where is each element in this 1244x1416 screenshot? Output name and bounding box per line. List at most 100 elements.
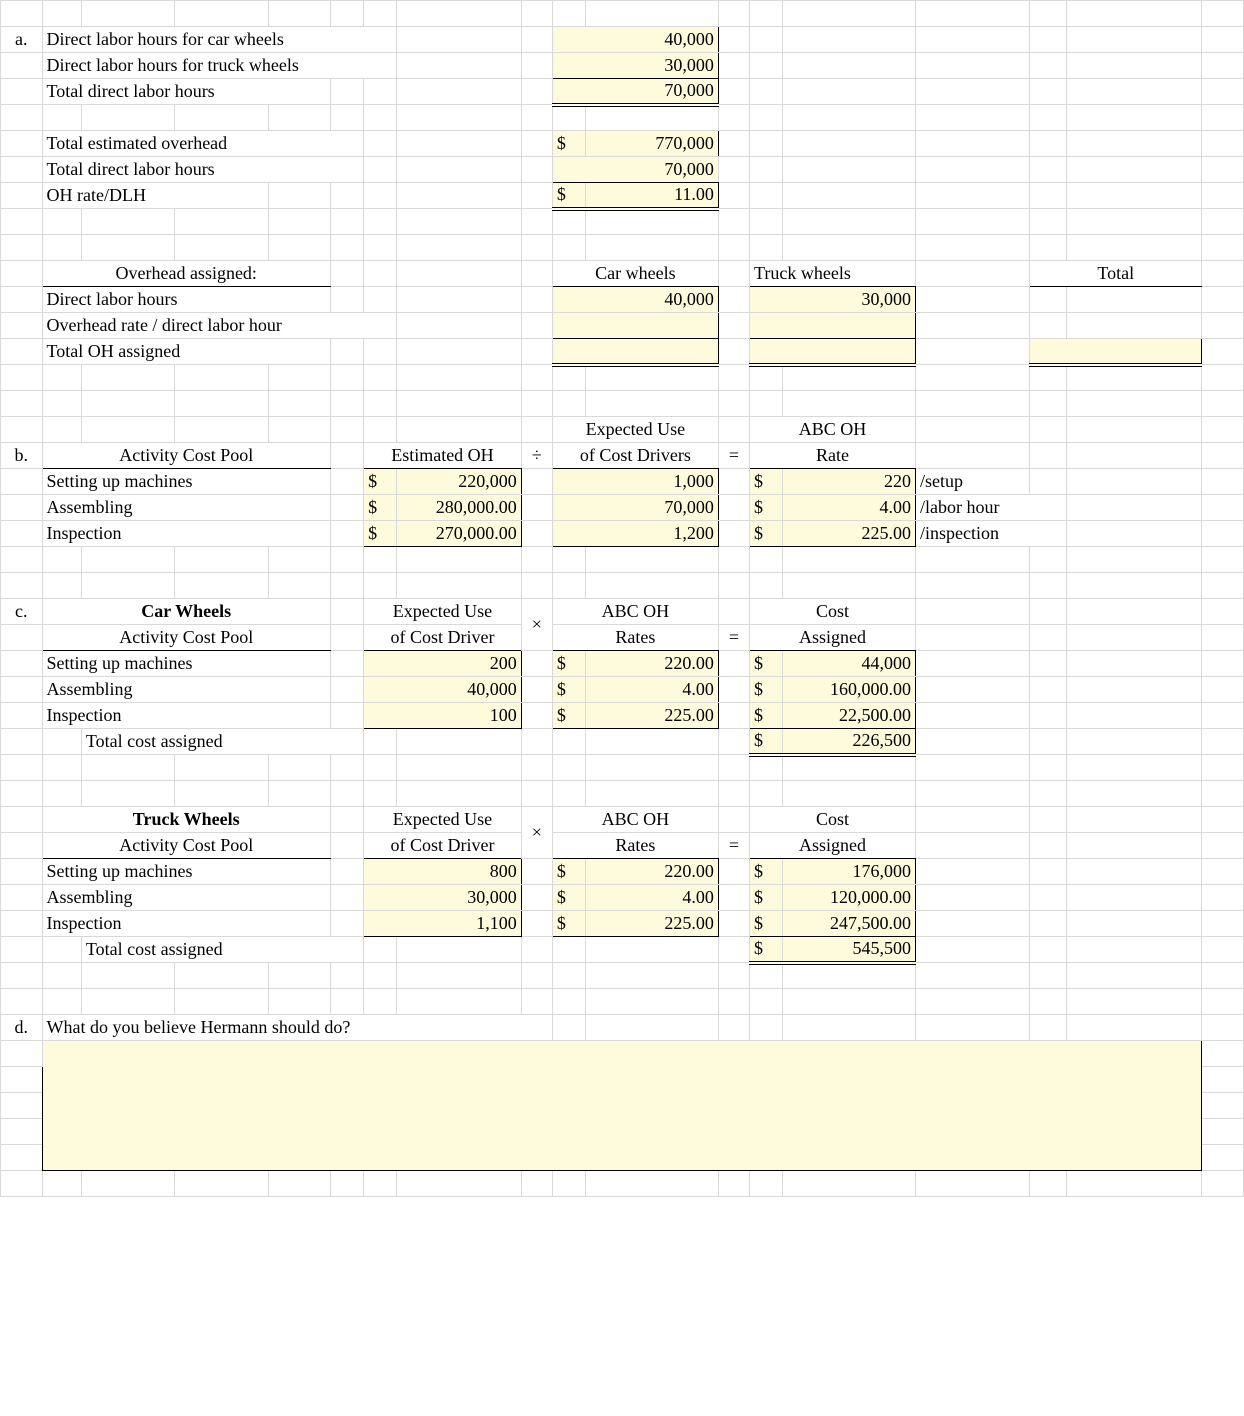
val-oh-rate[interactable]: 11.00 xyxy=(586,183,719,209)
val-total[interactable]: 226,500 xyxy=(783,729,916,755)
marker-c: c. xyxy=(1,599,43,625)
op-equals: = xyxy=(718,443,749,469)
col-total: Total xyxy=(1030,261,1202,287)
unit: /inspection xyxy=(916,521,1067,547)
currency: $ xyxy=(750,495,783,521)
currency: $ xyxy=(750,703,783,729)
col-car: Car wheels xyxy=(552,261,718,287)
val-rate[interactable]: 220 xyxy=(783,469,916,495)
val-rate[interactable]: 225.00 xyxy=(586,703,719,729)
val-car-dlh[interactable]: 40,000 xyxy=(552,27,718,53)
val-cost[interactable]: 176,000 xyxy=(783,859,916,885)
hdr-est-oh: Estimated OH xyxy=(364,443,522,469)
currency: $ xyxy=(750,651,783,677)
op-times: × xyxy=(521,807,552,859)
currency: $ xyxy=(750,469,783,495)
val-rate[interactable]: 4.00 xyxy=(586,885,719,911)
val-use[interactable]: 40,000 xyxy=(364,677,522,703)
marker-d: d. xyxy=(1,1015,43,1041)
val-rate[interactable]: 220.00 xyxy=(586,859,719,885)
val-cost[interactable]: 120,000.00 xyxy=(783,885,916,911)
hdr-abc2: Rates xyxy=(552,833,718,859)
val-use[interactable]: 200 xyxy=(364,651,522,677)
val-cost[interactable]: 44,000 xyxy=(783,651,916,677)
val-total[interactable]: 545,500 xyxy=(783,937,916,963)
cell-total-sum[interactable] xyxy=(1030,339,1202,365)
spreadsheet-wrap: a. Direct labor hours for car wheels 40,… xyxy=(0,0,1244,1197)
val-est[interactable]: 220,000 xyxy=(397,469,522,495)
acp-name: Inspection xyxy=(42,521,330,547)
marker-a: a. xyxy=(1,27,43,53)
val-truck-dlh[interactable]: 30,000 xyxy=(552,53,718,79)
val-cost[interactable]: 22,500.00 xyxy=(783,703,916,729)
val-use[interactable]: 1,000 xyxy=(552,469,718,495)
acp-name: Assembling xyxy=(42,677,330,703)
val-est[interactable]: 270,000.00 xyxy=(397,521,522,547)
val-use[interactable]: 1,100 xyxy=(364,911,522,937)
label: Total estimated overhead xyxy=(42,131,364,157)
val-rate[interactable]: 4.00 xyxy=(586,677,719,703)
marker-b: b. xyxy=(1,443,43,469)
unit: /setup xyxy=(916,469,1030,495)
hdr-abc-a: ABC OH xyxy=(750,417,916,443)
op-equals: = xyxy=(718,833,749,859)
cell-rate-car[interactable] xyxy=(552,313,718,339)
currency: $ xyxy=(750,677,783,703)
hdr-eu2: of Cost Driver xyxy=(364,625,522,651)
cell-total-car[interactable] xyxy=(552,339,718,365)
label-total-oh: Total OH assigned xyxy=(42,339,330,365)
op-divide: ÷ xyxy=(521,443,552,469)
hdr-cost2: Assigned xyxy=(750,833,916,859)
val-total-dlh[interactable]: 70,000 xyxy=(552,79,718,105)
val-rate[interactable]: 4.00 xyxy=(783,495,916,521)
val-dlh-truck[interactable]: 30,000 xyxy=(750,287,916,313)
val-use[interactable]: 100 xyxy=(364,703,522,729)
val-rate[interactable]: 220.00 xyxy=(586,651,719,677)
acp-name: Inspection xyxy=(42,911,330,937)
hdr-abc2: Rates xyxy=(552,625,718,651)
val-use[interactable]: 800 xyxy=(364,859,522,885)
hdr-acp: Activity Cost Pool xyxy=(42,443,330,469)
hdr-expected-use-a: Expected Use xyxy=(552,417,718,443)
title-car-wheels: Car Wheels xyxy=(42,599,330,625)
val-use[interactable]: 1,200 xyxy=(552,521,718,547)
spreadsheet[interactable]: a. Direct labor hours for car wheels 40,… xyxy=(0,0,1244,1197)
val-rate[interactable]: 225.00 xyxy=(586,911,719,937)
val-use[interactable]: 70,000 xyxy=(552,495,718,521)
acp-name: Setting up machines xyxy=(42,859,330,885)
currency: $ xyxy=(552,911,585,937)
val-est-oh[interactable]: 770,000 xyxy=(586,131,719,157)
currency: $ xyxy=(364,521,397,547)
currency: $ xyxy=(552,703,585,729)
val-cost[interactable]: 160,000.00 xyxy=(783,677,916,703)
val-rate[interactable]: 225.00 xyxy=(783,521,916,547)
hdr-abc-b: Rate xyxy=(750,443,916,469)
val-use[interactable]: 30,000 xyxy=(364,885,522,911)
hdr-eu1: Expected Use xyxy=(364,599,522,625)
label-oh-assigned: Overhead assigned: xyxy=(42,261,330,287)
label: Direct labor hours for car wheels xyxy=(42,27,397,53)
hdr-abc1: ABC OH xyxy=(552,807,718,833)
cell-rate-truck[interactable] xyxy=(750,313,916,339)
currency: $ xyxy=(552,131,585,157)
val-cost[interactable]: 247,500.00 xyxy=(783,911,916,937)
val-dlh-car[interactable]: 40,000 xyxy=(552,287,718,313)
hdr-eu1: Expected Use xyxy=(364,807,522,833)
answer-textarea[interactable] xyxy=(42,1041,1202,1171)
hdr-cost1: Cost xyxy=(750,599,916,625)
currency: $ xyxy=(552,183,585,209)
val-est[interactable]: 280,000.00 xyxy=(397,495,522,521)
val-total-dlh2[interactable]: 70,000 xyxy=(552,157,718,183)
label: Total direct labor hours xyxy=(42,157,364,183)
cell-total-truck[interactable] xyxy=(750,339,916,365)
col-truck: Truck wheels xyxy=(750,261,916,287)
label-dlh: Direct labor hours xyxy=(42,287,330,313)
currency: $ xyxy=(750,937,783,963)
acp-name: Assembling xyxy=(42,885,330,911)
currency: $ xyxy=(750,729,783,755)
question-d: What do you believe Hermann should do? xyxy=(42,1015,552,1041)
currency: $ xyxy=(364,469,397,495)
currency: $ xyxy=(750,521,783,547)
currency: $ xyxy=(364,495,397,521)
label-total: Total cost assigned xyxy=(81,937,363,963)
